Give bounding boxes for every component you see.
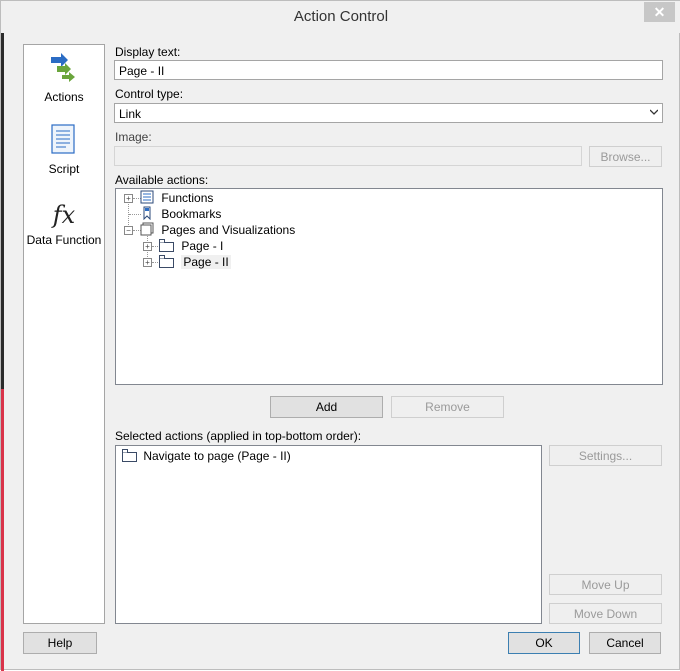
category-sidebar: Actions Script fx Data Function xyxy=(23,44,105,624)
dialog-title: Action Control xyxy=(293,8,389,25)
help-button[interactable]: Help xyxy=(23,632,97,654)
page-tab-icon xyxy=(159,239,174,252)
tree-item-label: Page - I xyxy=(181,239,224,253)
chevron-down-icon xyxy=(650,109,658,115)
function-fx-icon: fx xyxy=(52,201,76,229)
settings-button[interactable]: Settings... xyxy=(549,445,662,466)
list-item[interactable]: Navigate to page (Page - II) xyxy=(122,448,291,464)
tree-item-label: Functions xyxy=(161,191,214,205)
expand-icon[interactable]: + xyxy=(143,242,152,251)
tree-item-label: Bookmarks xyxy=(161,207,222,221)
selected-actions-label: Selected actions (applied in top-bottom … xyxy=(115,429,362,443)
expand-icon[interactable]: + xyxy=(124,194,133,203)
move-up-button[interactable]: Move Up xyxy=(549,574,662,595)
sidebar-item-data-function[interactable]: fx Data Function xyxy=(24,199,104,247)
tree-item-label: Page - II xyxy=(181,255,231,269)
available-actions-tree[interactable]: + Functions Bookmarks − Pages and Visual… xyxy=(115,188,663,385)
remove-button[interactable]: Remove xyxy=(391,396,504,418)
action-control-dialog: Action Control ✕ Actions Script fx Data … xyxy=(0,0,680,671)
sidebar-item-label: Script xyxy=(48,162,80,176)
browse-button[interactable]: Browse... xyxy=(589,146,662,167)
actions-arrows-icon xyxy=(51,53,75,82)
title-bar: Action Control ✕ xyxy=(1,1,680,33)
page-tab-icon xyxy=(159,255,174,268)
image-label: Image: xyxy=(115,130,152,144)
pages-icon xyxy=(140,222,154,236)
tree-item-bookmarks[interactable]: Bookmarks xyxy=(140,206,221,222)
add-button[interactable]: Add xyxy=(270,396,383,418)
bookmark-icon xyxy=(143,206,151,221)
page-tab-icon xyxy=(122,449,137,462)
sidebar-item-actions[interactable]: Actions xyxy=(24,49,104,104)
background-window-edge xyxy=(1,1,4,671)
display-text-input[interactable]: Page - II xyxy=(114,60,663,80)
image-input[interactable] xyxy=(114,146,582,166)
tree-item-page-ii[interactable]: Page - II xyxy=(159,254,231,270)
available-actions-label: Available actions: xyxy=(115,173,209,187)
control-type-select[interactable]: Link xyxy=(114,103,663,123)
tree-item-functions[interactable]: Functions xyxy=(140,190,213,206)
tree-item-label: Pages and Visualizations xyxy=(161,223,296,237)
collapse-icon[interactable]: − xyxy=(124,226,133,235)
display-text-label: Display text: xyxy=(115,45,181,59)
cancel-button[interactable]: Cancel xyxy=(589,632,661,654)
sidebar-item-script[interactable]: Script xyxy=(24,123,104,176)
background-red-strip xyxy=(1,389,4,671)
tree-item-page-i[interactable]: Page - I xyxy=(159,238,223,254)
move-down-button[interactable]: Move Down xyxy=(549,603,662,624)
sidebar-item-label: Data Function xyxy=(26,233,102,247)
script-document-icon xyxy=(51,124,75,154)
tree-item-pages-and-visualizations[interactable]: Pages and Visualizations xyxy=(140,222,295,238)
ok-button[interactable]: OK xyxy=(508,632,580,654)
sidebar-item-label: Actions xyxy=(44,90,84,104)
functions-list-icon xyxy=(140,190,154,204)
selected-actions-list[interactable]: Navigate to page (Page - II) xyxy=(115,445,542,624)
list-item-label: Navigate to page (Page - II) xyxy=(143,449,291,463)
close-button[interactable]: ✕ xyxy=(644,2,675,22)
expand-icon[interactable]: + xyxy=(143,258,152,267)
control-type-label: Control type: xyxy=(115,87,184,101)
control-type-value: Link xyxy=(119,107,142,121)
